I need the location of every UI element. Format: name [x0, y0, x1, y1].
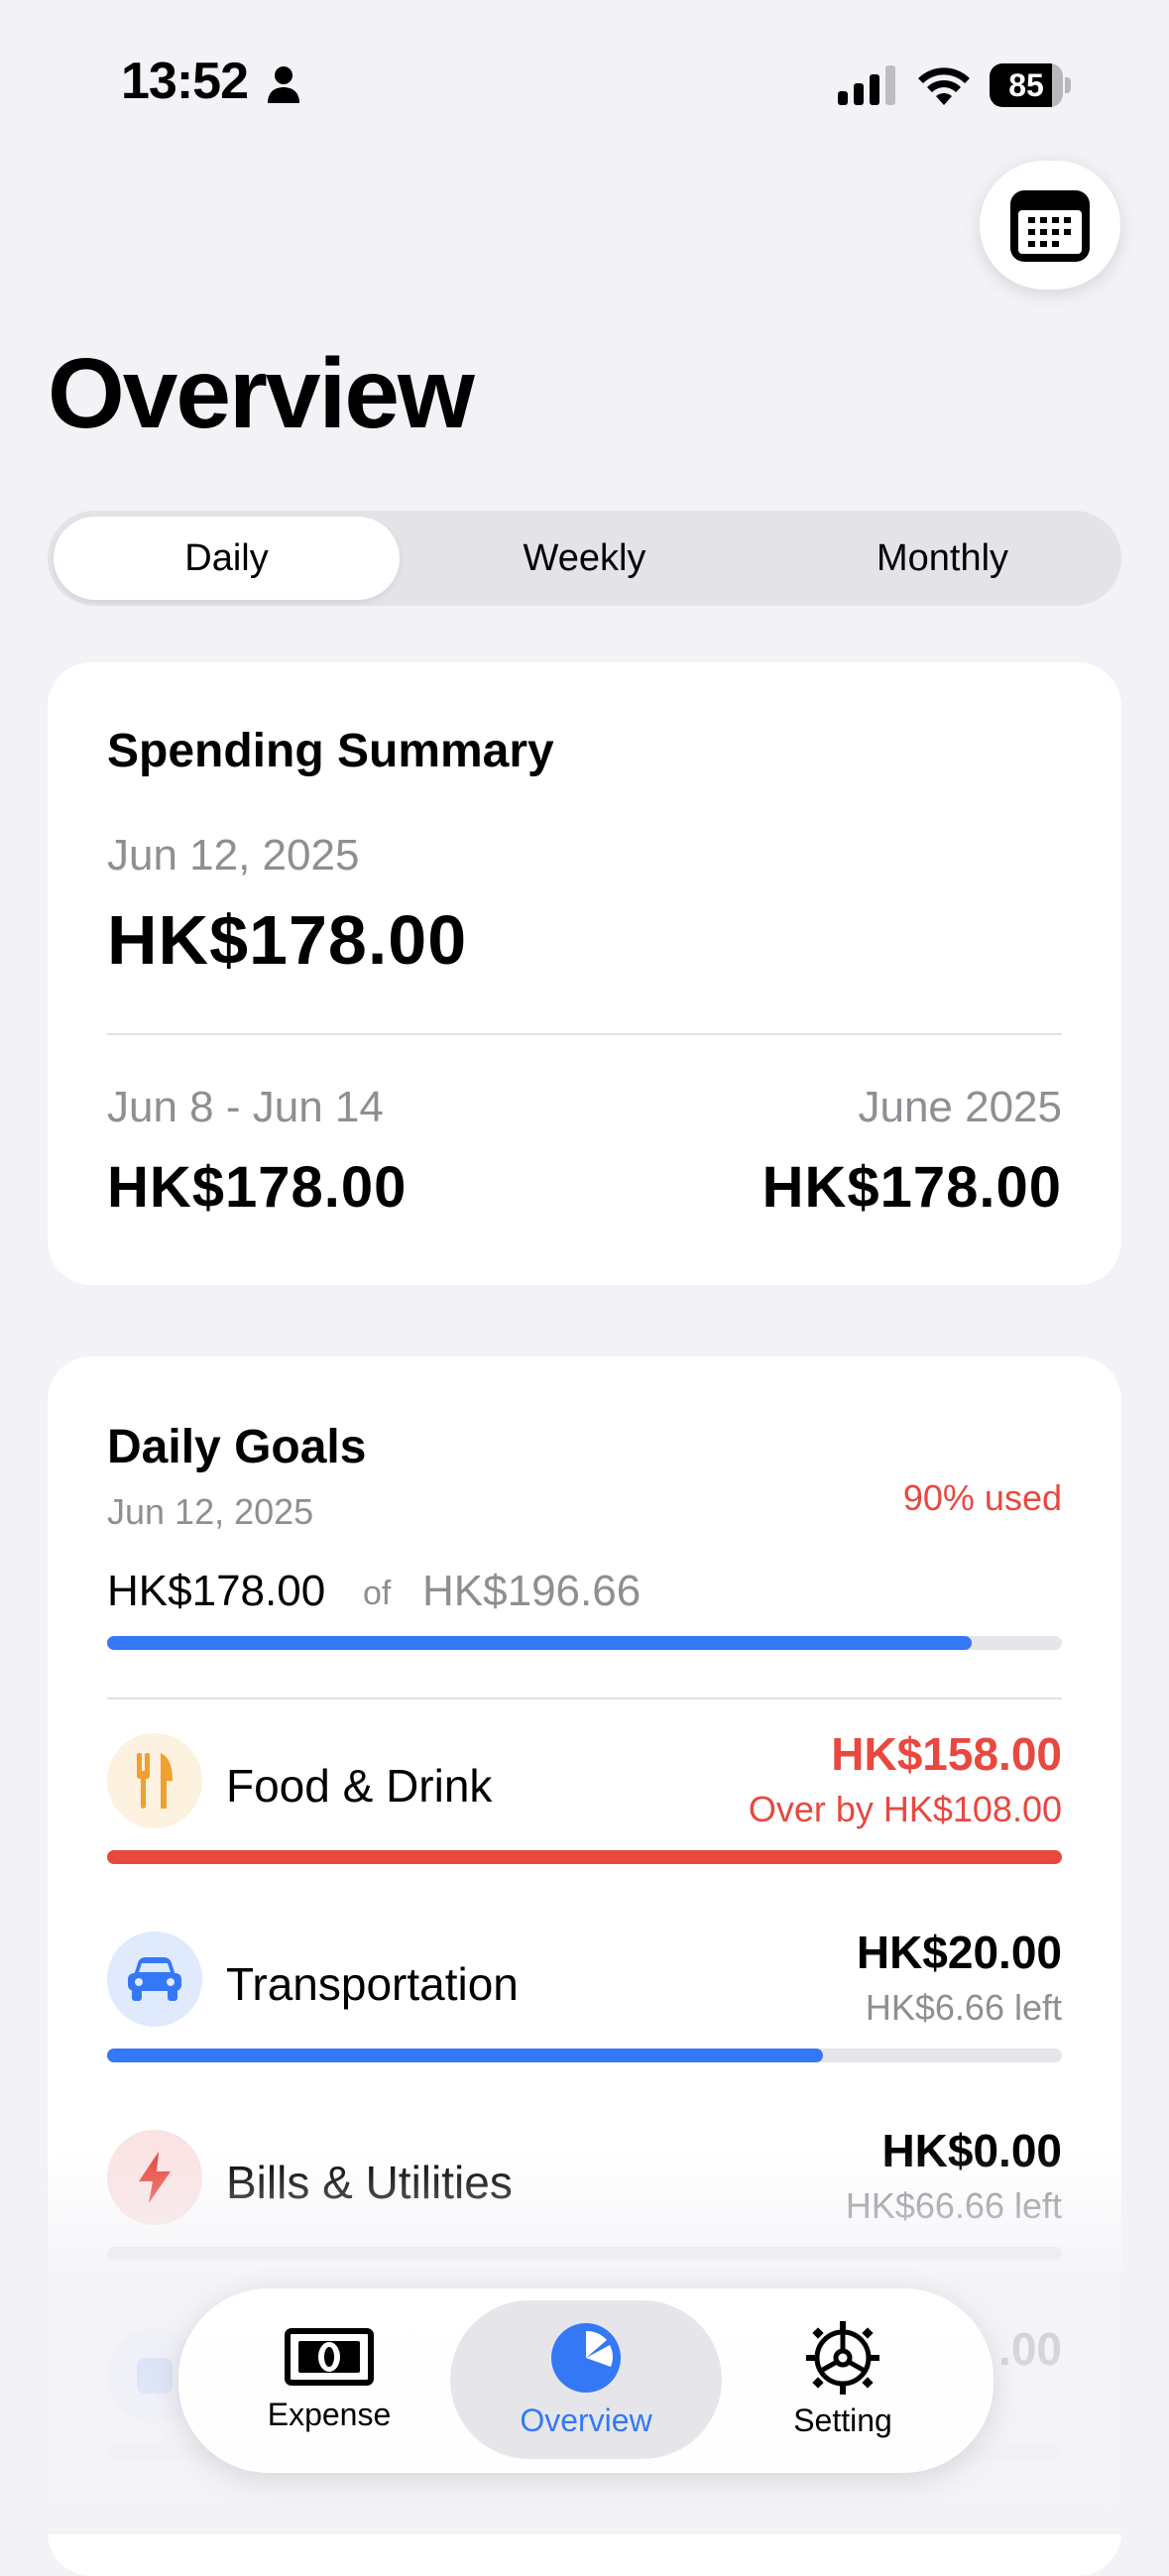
battery-percent: 85 [1008, 67, 1044, 103]
tab-expense[interactable]: Expense [210, 2300, 448, 2459]
status-time: 13:52 [121, 53, 249, 110]
segment-monthly[interactable]: Monthly [769, 517, 1115, 600]
summary-day-amount: HK$178.00 [107, 901, 468, 979]
calendar-button[interactable] [980, 161, 1120, 290]
category-progress-bar [107, 1850, 1062, 1864]
category-remaining: HK$6.66 left [865, 1987, 1062, 2028]
person-icon [268, 66, 299, 103]
summary-week-amount: HK$178.00 [107, 1155, 408, 1220]
car-icon [107, 1932, 202, 2027]
category-amount: HK$20.00 [856, 1927, 1062, 1978]
summary-week-label: Jun 8 - Jun 14 [107, 1083, 384, 1131]
segment-daily[interactable]: Daily [54, 517, 400, 600]
goals-title: Daily Goals [107, 1421, 367, 1473]
battery-indicator: 85 [990, 63, 1071, 107]
goals-divider [107, 1698, 1062, 1699]
segment-weekly[interactable]: Weekly [411, 517, 758, 600]
goals-date: Jun 12, 2025 [107, 1491, 314, 1532]
wifi-icon [918, 67, 970, 105]
banknote-icon [285, 2327, 374, 2386]
tab-setting[interactable]: Setting [724, 2300, 962, 2459]
fork-knife-icon [107, 1733, 202, 1828]
goals-of-label: of [363, 1575, 392, 1612]
category-remaining: Over by HK$108.00 [748, 1789, 1062, 1829]
tab-expense-label: Expense [267, 2396, 392, 2432]
spending-summary-card: Spending Summary Jun 12, 2025 HK$178.00 … [48, 662, 1121, 1285]
summary-month-label: June 2025 [858, 1083, 1062, 1131]
goals-used-percent: 90% used [902, 1477, 1062, 1518]
calendar-icon [1010, 190, 1090, 262]
cellular-signal-icon [838, 65, 895, 105]
summary-day-label: Jun 12, 2025 [107, 831, 360, 879]
pie-chart-icon [551, 2322, 621, 2393]
summary-month-amount: HK$178.00 [761, 1155, 1062, 1220]
goals-budget-amount: HK$196.66 [422, 1567, 642, 1615]
category-name: Transportation [226, 1958, 519, 2010]
category-name: Food & Drink [226, 1760, 493, 1812]
category-progress-fill [107, 1850, 1062, 1864]
page-title: Overview [48, 338, 475, 449]
summary-title: Spending Summary [107, 725, 554, 777]
gear-icon [806, 2320, 879, 2395]
category-progress-fill [107, 2049, 824, 2062]
tab-bar: Expense Overview Setting [178, 2288, 994, 2473]
tab-overview[interactable]: Overview [450, 2300, 722, 2459]
goals-spent-amount: HK$178.00 [107, 1567, 326, 1615]
category-amount: HK$158.00 [831, 1728, 1062, 1780]
category-progress-bar [107, 2049, 1062, 2062]
tab-setting-label: Setting [793, 2401, 892, 2438]
tab-overview-label: Overview [520, 2401, 652, 2438]
goals-progress-bar [107, 1636, 1062, 1650]
period-segmented-control: Daily Weekly Monthly [48, 511, 1121, 606]
summary-divider [107, 1033, 1062, 1035]
